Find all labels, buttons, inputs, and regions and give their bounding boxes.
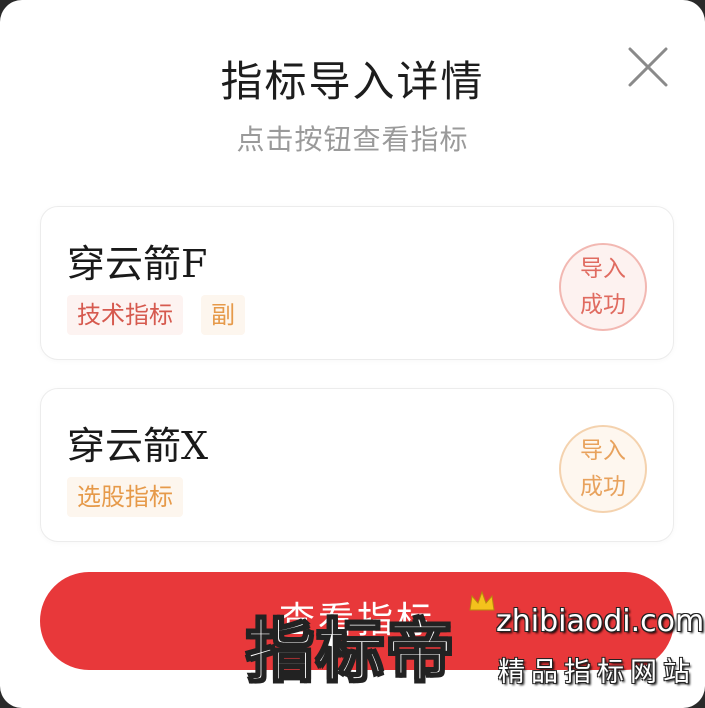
import-details-dialog: 指标导入详情 点击按钮查看指标 穿云箭F 技术指标 副 导入 成功 穿云箭X 选… (0, 0, 705, 708)
close-icon (628, 47, 668, 87)
view-indicators-button[interactable]: 查看指标 (40, 572, 674, 670)
indicator-type-tag: 技术指标 (67, 295, 183, 335)
badge-line-2: 成功 (580, 474, 626, 500)
dialog-subtitle: 点击按钮查看指标 (236, 123, 469, 156)
badge-line-1: 导入 (580, 438, 626, 464)
indicator-card: 穿云箭F 技术指标 副 导入 成功 (40, 206, 674, 360)
indicator-subtype-tag: 副 (201, 295, 245, 335)
dialog-title: 指标导入详情 (220, 57, 485, 106)
indicator-card: 穿云箭X 选股指标 导入 成功 (40, 388, 674, 542)
close-button[interactable] (625, 44, 671, 90)
import-success-badge: 导入 成功 (559, 425, 647, 513)
indicator-name: 穿云箭F (67, 242, 208, 286)
indicator-name: 穿云箭X (67, 424, 209, 468)
indicator-type-tag: 选股指标 (67, 477, 183, 517)
import-success-badge: 导入 成功 (559, 243, 647, 331)
badge-line-1: 导入 (580, 256, 626, 282)
badge-line-2: 成功 (580, 292, 626, 318)
